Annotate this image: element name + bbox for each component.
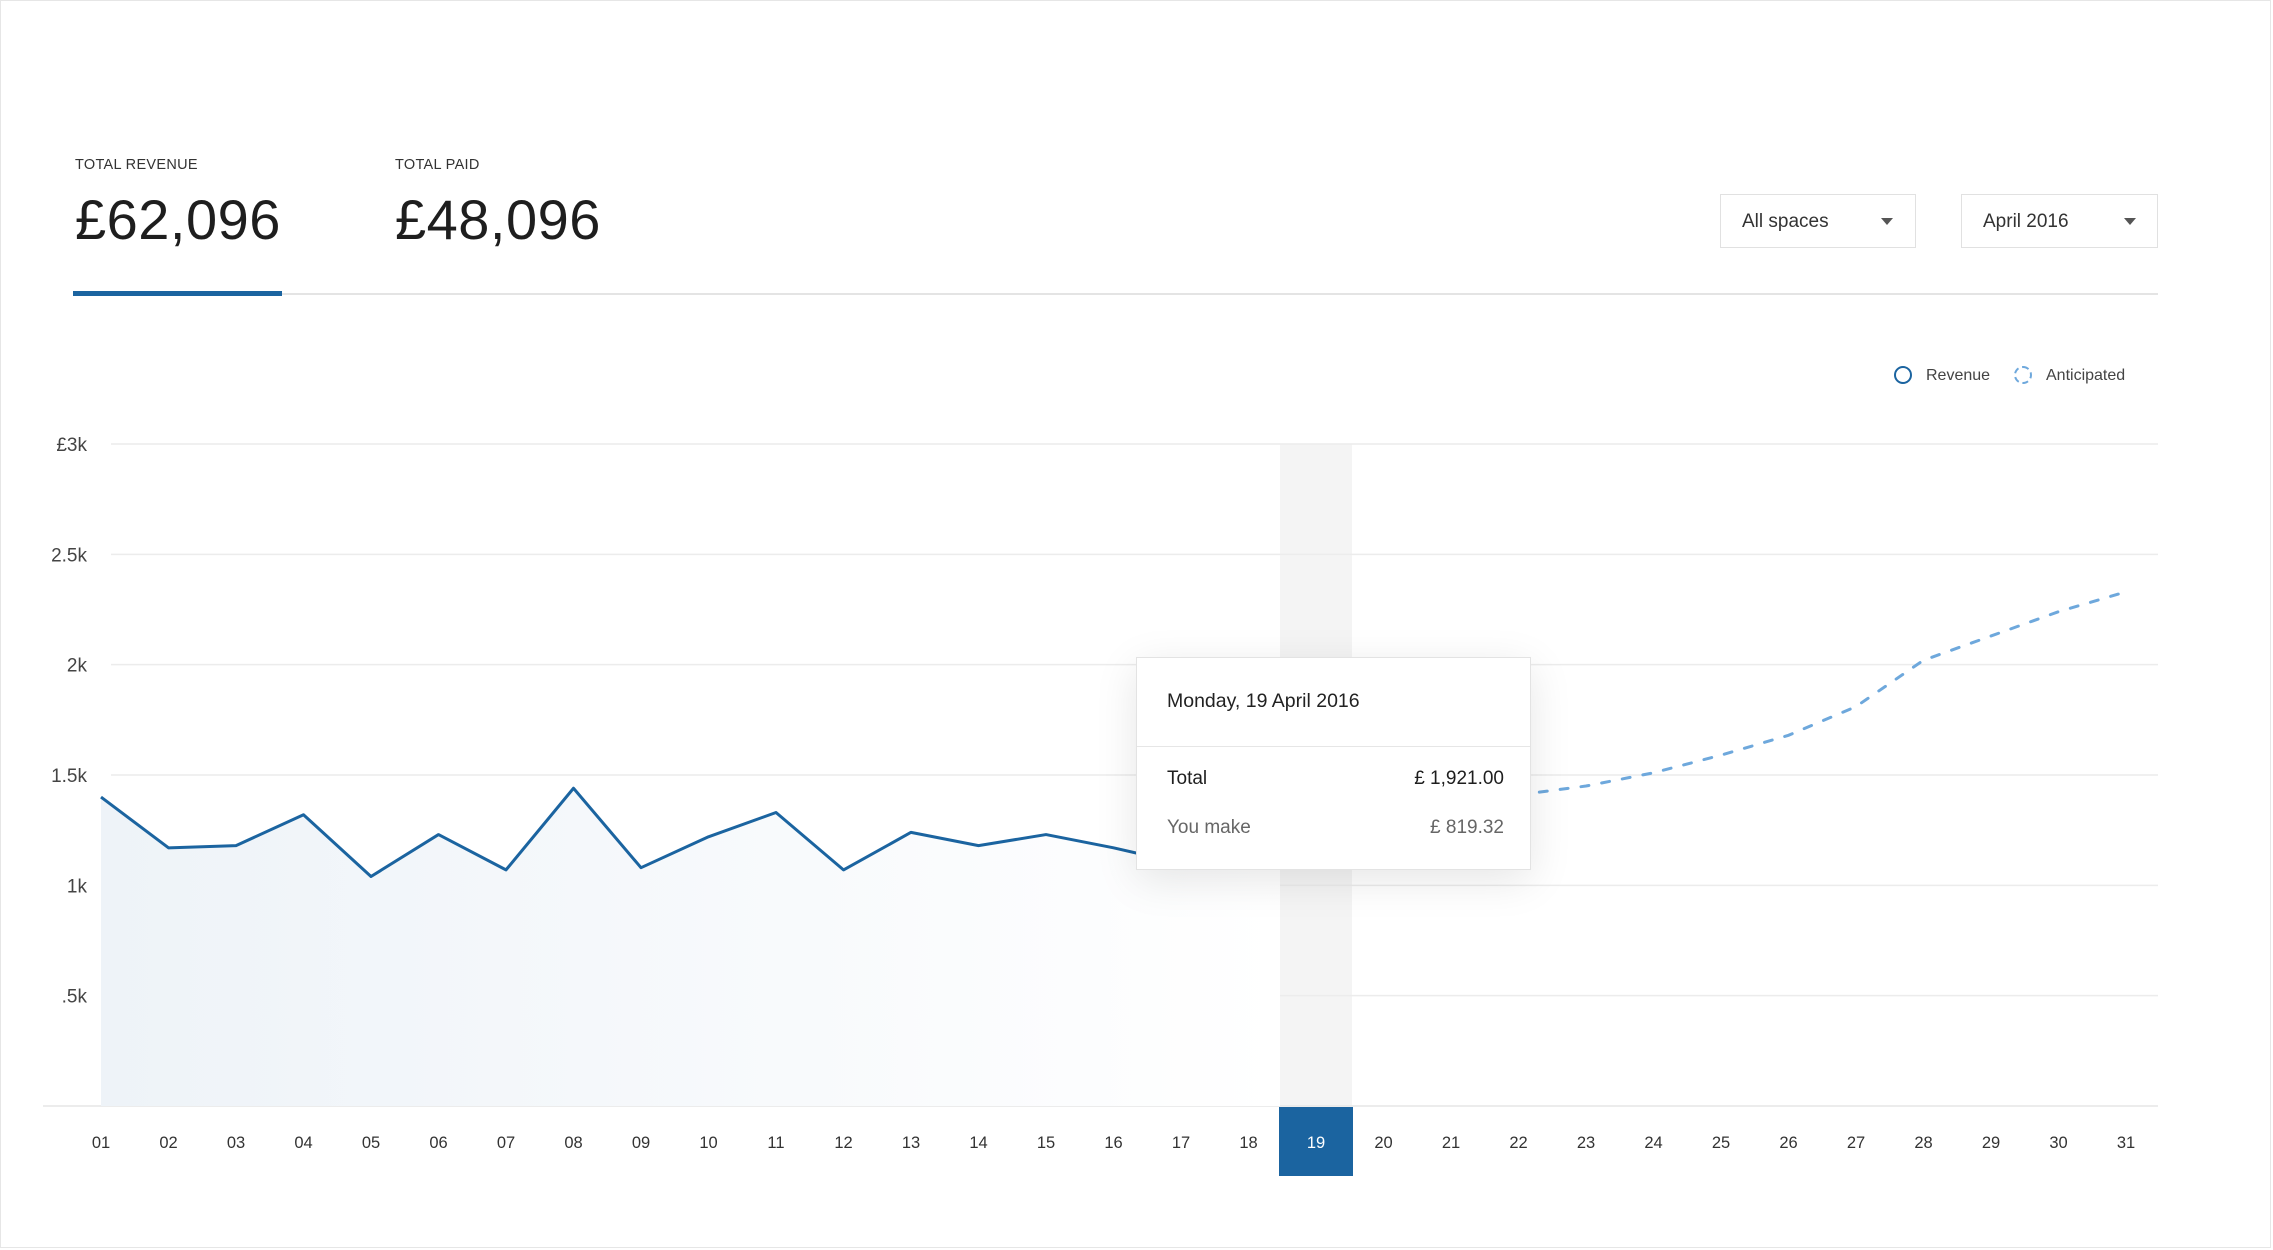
- x-tick-label: 07: [497, 1134, 515, 1152]
- x-tick-label: 03: [227, 1134, 245, 1152]
- y-tick-label: 2.5k: [51, 545, 87, 566]
- x-tick-label: 04: [294, 1134, 312, 1152]
- x-tick-label: 22: [1509, 1134, 1527, 1152]
- revenue-chart[interactable]: .5k 1k 1.5k 2k 2.5k £3k 01 02 03 04 05 06 07 08 09 10 1…: [1, 1, 2272, 1249]
- x-tick-label: 01: [92, 1134, 110, 1152]
- revenue-area: [101, 788, 1280, 1106]
- x-tick-label: 31: [2117, 1134, 2135, 1152]
- x-tick-label: 09: [632, 1134, 650, 1152]
- x-tick-label-selected: 19: [1307, 1134, 1325, 1152]
- tooltip-total-label: Total: [1167, 768, 1208, 789]
- x-tick-label: 24: [1644, 1134, 1662, 1152]
- x-tick-label: 29: [1982, 1134, 2000, 1152]
- x-tick-label: 18: [1239, 1134, 1257, 1152]
- tooltip-divider: [1137, 746, 1530, 747]
- x-tick-label: 16: [1104, 1134, 1122, 1152]
- x-tick-label: 27: [1847, 1134, 1865, 1152]
- y-tick-label: £3k: [56, 435, 87, 456]
- x-tick-label: 02: [159, 1134, 177, 1152]
- x-tick-label: 06: [429, 1134, 447, 1152]
- x-tick-label: 05: [362, 1134, 380, 1152]
- x-tick-label: 30: [2049, 1134, 2067, 1152]
- y-tick-label: 2k: [67, 656, 88, 677]
- tooltip-total-value: £ 1,921.00: [1414, 768, 1504, 789]
- dashboard-panel: TOTAL REVENUE £62,096 TOTAL PAID £48,096…: [0, 0, 2271, 1248]
- tooltip-date: Monday, 19 April 2016: [1167, 690, 1360, 712]
- x-tick-label: 13: [902, 1134, 920, 1152]
- x-tick-label: 25: [1712, 1134, 1730, 1152]
- x-tick-label: 26: [1779, 1134, 1797, 1152]
- y-tick-label: 1k: [67, 876, 88, 897]
- x-tick-label: 10: [699, 1134, 717, 1152]
- x-tick-label: 23: [1577, 1134, 1595, 1152]
- anticipated-line: [1517, 590, 2128, 797]
- x-tick-label: 28: [1914, 1134, 1932, 1152]
- x-tick-label: 08: [564, 1134, 582, 1152]
- x-tick-label: 12: [834, 1134, 852, 1152]
- x-tick-label: 14: [969, 1134, 987, 1152]
- tooltip-you-make-value: £ 819.32: [1430, 817, 1504, 838]
- x-tick-label: 20: [1374, 1134, 1392, 1152]
- tooltip-you-make-label: You make: [1167, 817, 1251, 838]
- x-tick-label: 21: [1442, 1134, 1460, 1152]
- x-tick-label: 15: [1037, 1134, 1055, 1152]
- y-tick-label: .5k: [62, 987, 88, 1008]
- y-tick-label: 1.5k: [51, 766, 87, 787]
- chart-tooltip: Monday, 19 April 2016 Total £ 1,921.00 Y…: [1136, 657, 1531, 870]
- x-tick-label: 11: [767, 1134, 784, 1152]
- x-tick-label: 17: [1172, 1134, 1190, 1152]
